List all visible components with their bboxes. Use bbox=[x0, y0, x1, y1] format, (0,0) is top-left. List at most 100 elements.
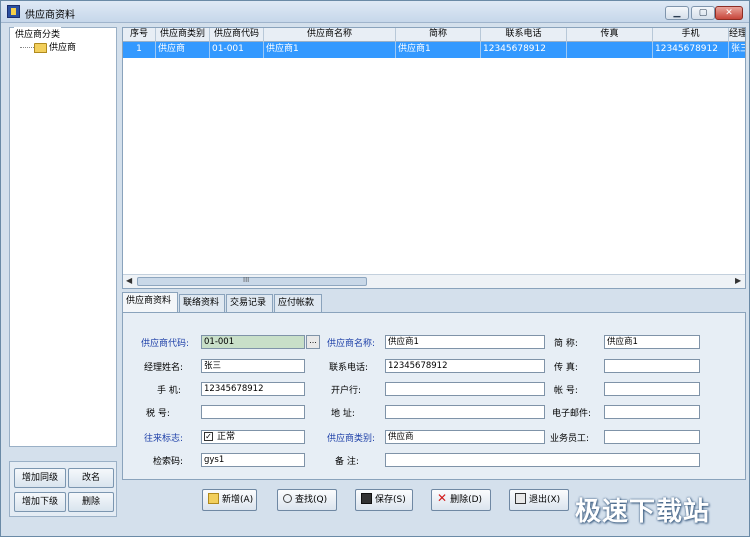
tab-payables[interactable]: 应付帐款 bbox=[274, 294, 322, 312]
tab-supplier-info[interactable]: 供应商资料 bbox=[122, 292, 178, 312]
remark-label: 备 注: bbox=[335, 457, 359, 467]
new-button-label: 新增(A) bbox=[222, 495, 254, 505]
column-header[interactable]: 传真 bbox=[567, 28, 653, 42]
rename-button[interactable]: 改名 bbox=[68, 468, 114, 488]
phone-label: 联系电话: bbox=[329, 363, 369, 373]
bank-label: 开户行: bbox=[331, 386, 362, 396]
fax-label: 传 真: bbox=[554, 363, 578, 373]
table-cell bbox=[567, 42, 653, 58]
phone-field[interactable]: 12345678912 bbox=[385, 359, 545, 373]
tax-number-label: 税 号: bbox=[146, 409, 170, 419]
exit-button[interactable]: 退出(X) bbox=[509, 489, 569, 511]
category-buttons: 增加同级 改名 增加下级 删除 bbox=[9, 461, 117, 517]
table-cell: 12345678912 bbox=[481, 42, 567, 58]
horizontal-scrollbar[interactable]: ◀ III ▶ bbox=[123, 274, 745, 288]
column-header[interactable]: 手机 bbox=[653, 28, 729, 42]
manager-name-label: 经理姓名: bbox=[144, 363, 184, 373]
app-icon bbox=[7, 5, 20, 18]
delete-icon: ✕ bbox=[437, 491, 448, 505]
tree-node-label: 供应商 bbox=[49, 43, 77, 53]
title-bar[interactable]: 供应商资料 ▁ ▢ ✕ bbox=[1, 1, 749, 23]
find-button-label: 查找(Q) bbox=[295, 495, 328, 505]
add-sub-level-button[interactable]: 增加下级 bbox=[14, 492, 66, 512]
supplier-category-label: 供应商类别: bbox=[327, 434, 376, 444]
table-row[interactable]: 1 供应商 01-001 供应商1 供应商1 12345678912 12345… bbox=[123, 42, 745, 58]
delete-button[interactable]: ✕ 删除(D) bbox=[431, 489, 491, 511]
account-label: 帐 号: bbox=[554, 386, 578, 396]
folder-icon bbox=[208, 493, 219, 504]
supplier-name-label: 供应商名称: bbox=[327, 339, 376, 349]
save-button-label: 保存(S) bbox=[375, 495, 406, 505]
supplier-form: 供应商代码: 01-001 ... 供应商名称: 供应商1 简 称: 供应商1 … bbox=[122, 312, 746, 480]
column-header[interactable]: 联系电话 bbox=[481, 28, 567, 42]
column-header[interactable]: 供应商类别 bbox=[156, 28, 210, 42]
supplier-code-label: 供应商代码: bbox=[141, 339, 190, 349]
tree-connector bbox=[20, 47, 34, 48]
mobile-field[interactable]: 12345678912 bbox=[201, 382, 305, 396]
status-field[interactable]: ✓ 正常 bbox=[201, 430, 305, 444]
column-header[interactable]: 供应商代码 bbox=[210, 28, 264, 42]
find-button[interactable]: 查找(Q) bbox=[277, 489, 337, 511]
save-button[interactable]: 保存(S) bbox=[355, 489, 413, 511]
supplier-code-field[interactable]: 01-001 bbox=[201, 335, 305, 349]
exit-icon bbox=[515, 493, 526, 504]
staff-label: 业务员工: bbox=[550, 434, 590, 444]
delete-category-button[interactable]: 删除 bbox=[68, 492, 114, 512]
tree-header: 供应商分类 bbox=[14, 27, 62, 40]
window-title: 供应商资料 bbox=[25, 10, 75, 21]
tab-contact-info[interactable]: 联络资料 bbox=[179, 294, 225, 312]
fax-field[interactable] bbox=[604, 359, 700, 373]
column-header[interactable]: 序号 bbox=[123, 28, 156, 42]
status-value: 正常 bbox=[217, 432, 236, 442]
table-cell: 供应商1 bbox=[264, 42, 396, 58]
folder-icon bbox=[34, 42, 47, 53]
scroll-left-icon[interactable]: ◀ bbox=[126, 276, 132, 285]
address-label: 地 址: bbox=[331, 409, 355, 419]
status-checkbox[interactable]: ✓ bbox=[204, 432, 213, 441]
watermark: 极速下载站 bbox=[575, 497, 711, 527]
add-same-level-button[interactable]: 增加同级 bbox=[14, 468, 66, 488]
account-field[interactable] bbox=[604, 382, 700, 396]
staff-field[interactable] bbox=[604, 430, 700, 444]
search-icon bbox=[283, 494, 292, 503]
table-cell: 张三 bbox=[729, 42, 745, 58]
bank-field[interactable] bbox=[385, 382, 545, 396]
save-icon bbox=[361, 493, 372, 504]
column-header[interactable]: 简称 bbox=[396, 28, 481, 42]
supplier-category-field[interactable]: 供应商 bbox=[385, 430, 545, 444]
maximize-button[interactable]: ▢ bbox=[691, 6, 715, 20]
lookup-button[interactable]: ... bbox=[306, 335, 320, 349]
status-label: 往来标志: bbox=[144, 434, 184, 444]
table-cell: 供应商1 bbox=[396, 42, 481, 58]
scroll-thumb[interactable]: III bbox=[137, 276, 367, 286]
supplier-name-field[interactable]: 供应商1 bbox=[385, 335, 545, 349]
exit-button-label: 退出(X) bbox=[529, 495, 561, 505]
column-header[interactable]: 供应商名称 bbox=[264, 28, 396, 42]
table-cell: 12345678912 bbox=[653, 42, 729, 58]
table-cell: 1 bbox=[123, 42, 156, 58]
tree-node-supplier[interactable]: 供应商 bbox=[20, 40, 76, 53]
scroll-right-icon[interactable]: ▶ bbox=[735, 276, 741, 285]
short-name-label: 简 称: bbox=[554, 339, 578, 349]
manager-name-field[interactable]: 张三 bbox=[201, 359, 305, 373]
search-code-field[interactable]: gys1 bbox=[201, 453, 305, 467]
table-cell: 供应商 bbox=[156, 42, 210, 58]
delete-button-label: 删除(D) bbox=[450, 495, 483, 505]
short-name-field[interactable]: 供应商1 bbox=[604, 335, 700, 349]
supplier-category-tree[interactable]: 供应商分类 供应商 bbox=[9, 27, 117, 447]
email-label: 电子邮件: bbox=[552, 409, 592, 419]
remark-field[interactable] bbox=[385, 453, 700, 467]
email-field[interactable] bbox=[604, 405, 700, 419]
minimize-button[interactable]: ▁ bbox=[665, 6, 689, 20]
mobile-label: 手 机: bbox=[157, 386, 181, 396]
address-field[interactable] bbox=[385, 405, 545, 419]
scroll-grip: III bbox=[243, 276, 250, 284]
close-button[interactable]: ✕ bbox=[715, 6, 743, 20]
table-cell: 01-001 bbox=[210, 42, 264, 58]
new-button[interactable]: 新增(A) bbox=[202, 489, 257, 511]
tax-number-field[interactable] bbox=[201, 405, 305, 419]
search-code-label: 检索码: bbox=[153, 457, 184, 467]
column-header[interactable]: 经理 bbox=[729, 28, 745, 42]
tab-transactions[interactable]: 交易记录 bbox=[226, 294, 273, 312]
supplier-grid[interactable]: 序号 供应商类别 供应商代码 供应商名称 简称 联系电话 传真 手机 经理 1 … bbox=[122, 27, 746, 289]
